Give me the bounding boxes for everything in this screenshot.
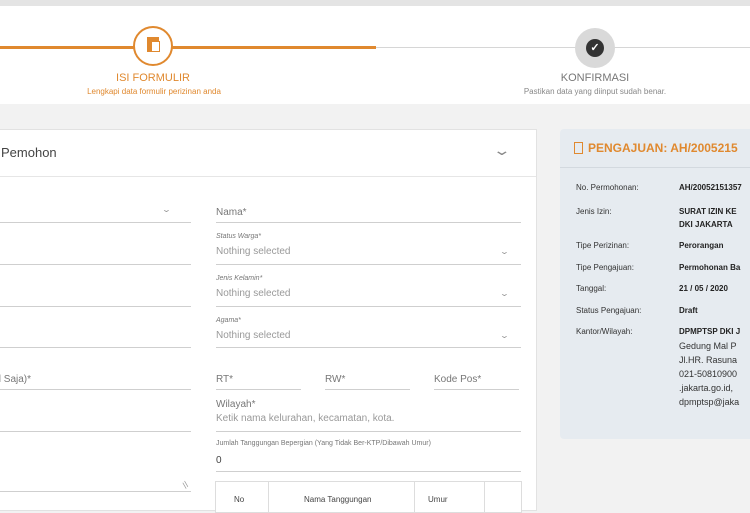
summary-divider	[560, 167, 750, 168]
address-line: 021-50810900	[679, 369, 738, 379]
status-warga-underline	[216, 264, 521, 265]
kode-pos-label: Kode Pos*	[434, 374, 482, 385]
chevron-down-icon[interactable]: ⌄	[492, 142, 511, 159]
status-warga-label: Status Warga*	[216, 233, 262, 240]
wilayah-underline	[216, 431, 521, 432]
summary-key: Tanggal:	[576, 284, 607, 293]
rw-label: RW*	[325, 374, 346, 385]
step-1-circle[interactable]	[133, 26, 173, 66]
section-title: Pemohon	[1, 145, 57, 160]
file-icon	[574, 142, 583, 154]
rt-input[interactable]	[216, 389, 301, 390]
left-field-5-label: ail Saja)*	[0, 374, 32, 385]
chevron-down-icon[interactable]: ⌄	[499, 289, 509, 298]
chevron-down-icon[interactable]: ⌄	[499, 247, 509, 256]
wilayah-label: Wilayah*	[216, 399, 256, 410]
summary-key: Kantor/Wilayah:	[576, 327, 633, 336]
kode-pos-input[interactable]	[434, 389, 519, 390]
tanggungan-label: Jumlah Tanggungan Bepergian (Yang Tidak …	[216, 440, 431, 447]
step-1-subtitle: Lengkapi data formulir perizinan anda	[87, 87, 221, 96]
left-field-5[interactable]	[0, 389, 191, 390]
agama-select[interactable]: Nothing selected	[216, 330, 291, 341]
progress-line-complete	[0, 46, 376, 49]
table-col-divider	[268, 482, 269, 512]
nama-input[interactable]	[216, 222, 521, 223]
summary-value: Perorangan	[679, 241, 724, 250]
summary-key: No. Permohonan:	[576, 183, 639, 192]
progress-line-pending	[376, 47, 750, 48]
agama-underline	[216, 347, 521, 348]
rt-label: RT*	[216, 374, 234, 385]
table-col-divider	[484, 482, 485, 512]
jenis-kelamin-label: Jenis Kelamin*	[216, 275, 263, 282]
jenis-kelamin-underline	[216, 306, 521, 307]
left-field-3[interactable]	[0, 306, 191, 307]
step-2-circle[interactable]: ✓	[575, 28, 615, 68]
step-1-title: ISI FORMULIR	[116, 72, 190, 84]
left-select-caret-icon[interactable]: ⌄	[161, 205, 171, 214]
left-field-1[interactable]	[0, 222, 191, 223]
summary-key: Tipe Pengajuan:	[576, 263, 634, 272]
summary-value: Permohonan Ba	[679, 263, 741, 272]
left-field-4[interactable]	[0, 347, 191, 348]
step-2-title: KONFIRMASI	[560, 72, 630, 84]
document-icon	[147, 37, 160, 52]
summary-value: DPMPTSP DKI J	[679, 327, 741, 336]
summary-value: AH/20052151357	[679, 183, 742, 192]
tanggungan-input[interactable]: 0	[216, 455, 222, 466]
tanggungan-table: No Nama Tanggungan Umur	[215, 481, 522, 513]
chevron-down-icon[interactable]: ⌄	[499, 331, 509, 340]
left-field-6[interactable]	[0, 431, 191, 432]
left-textarea[interactable]	[0, 491, 191, 492]
step-2-subtitle: Pastikan data yang diinput sudah benar.	[523, 87, 667, 96]
jenis-kelamin-select[interactable]: Nothing selected	[216, 288, 291, 299]
resize-handle-icon[interactable]: //	[180, 480, 191, 491]
summary-key: Jenis Izin:	[576, 207, 612, 216]
address-line: Gedung Mal P	[679, 341, 737, 351]
check-icon: ✓	[586, 39, 604, 57]
summary-value-line2: DKI JAKARTA	[679, 220, 733, 229]
tanggungan-underline	[216, 471, 521, 472]
address-line: Jl.HR. Rasuna	[679, 355, 738, 365]
left-field-2[interactable]	[0, 264, 191, 265]
submission-summary: PENGAJUAN: AH/2005215 No. Permohonan: AH…	[560, 129, 750, 439]
summary-value: 21 / 05 / 2020	[679, 284, 728, 293]
wizard-header: ISI FORMULIR Lengkapi data formulir peri…	[0, 0, 750, 104]
address-line: .jakarta.go.id,	[679, 383, 734, 393]
rw-input[interactable]	[325, 389, 410, 390]
address-line: dpmptsp@jaka	[679, 397, 740, 407]
summary-value: SURAT IZIN KE	[679, 207, 737, 216]
agama-label: Agama*	[216, 317, 241, 324]
form-panel: Pemohon ⌄ ⌄ ail Saja)* // Nama* Status W…	[0, 129, 537, 511]
summary-key: Tipe Perizinan:	[576, 241, 630, 250]
section-divider	[0, 176, 536, 177]
submission-title: PENGAJUAN: AH/2005215	[588, 141, 738, 155]
nama-label: Nama*	[216, 207, 247, 218]
table-col-divider	[414, 482, 415, 512]
status-warga-select[interactable]: Nothing selected	[216, 246, 291, 257]
summary-key: Status Pengajuan:	[576, 306, 642, 315]
summary-value: Draft	[679, 306, 698, 315]
wilayah-input[interactable]: Ketik nama kelurahan, kecamatan, kota.	[216, 413, 394, 424]
